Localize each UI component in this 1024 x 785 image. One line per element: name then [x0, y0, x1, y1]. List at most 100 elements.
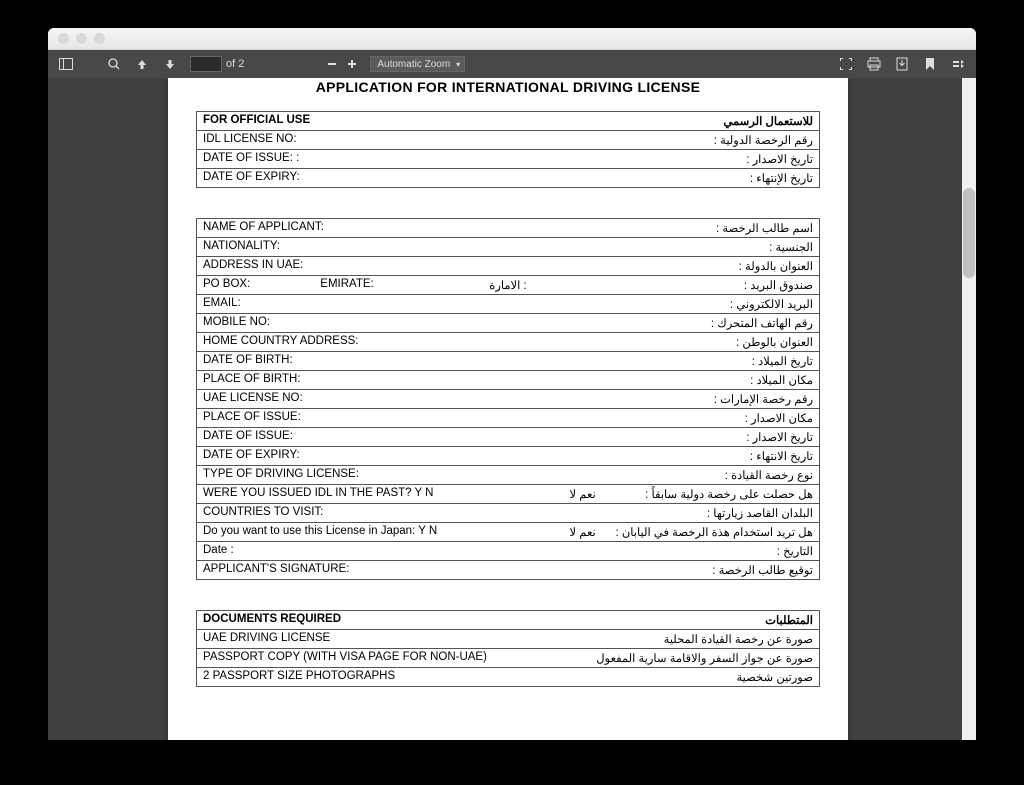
field-label-ar: تاريخ الاصدار :	[746, 430, 813, 444]
applicant-section: NAME OF APPLICANT:اسم طالب الرخصة :NATIO…	[196, 218, 820, 580]
form-row: 2 PASSPORT SIZE PHOTOGRAPHS صورتين شخصية	[197, 668, 820, 687]
bookmark-icon[interactable]	[922, 56, 938, 72]
field-label-en: Date :	[203, 544, 234, 556]
form-row: EMAIL: البريد الالكتروني :	[197, 295, 820, 314]
form-row: PO BOX: EMIRATE: الامارة : صندوق البريد :	[197, 276, 820, 295]
form-row: PLACE OF BIRTH: مكان الميلاد :	[197, 371, 820, 390]
field-label-en: PO BOX:	[203, 278, 250, 290]
section-header-ar: للاستعمال الرسمي	[723, 114, 813, 128]
form-row: ADDRESS IN UAE: العنوان بالدولة :	[197, 257, 820, 276]
field-label-ar: تاريخ الإنتهاء :	[750, 171, 813, 185]
field-label-ar: توقيع طالب الرخصة :	[712, 563, 813, 577]
field-label-ar: تاريخ الاصدار :	[746, 152, 813, 166]
field-label-ar: تاريخ الميلاد :	[752, 354, 813, 368]
field-label-en: EMAIL:	[203, 297, 241, 309]
pdf-page: APPLICATION FOR INTERNATIONAL DRIVING LI…	[168, 78, 848, 740]
print-icon[interactable]	[866, 56, 882, 72]
form-row: MOBILE NO: رقم الهاتف المتحرك :	[197, 314, 820, 333]
field-label-ar: صورة عن رخصة القيادة المحلية	[664, 632, 813, 646]
form-row: Do you want to use this License in Japan…	[197, 523, 820, 542]
field-label-en: DATE OF ISSUE:	[203, 430, 293, 442]
section-header-ar: المتطلبات	[765, 613, 813, 627]
close-button[interactable]	[58, 33, 69, 44]
field-label-ar: نوع رخصة القيادة :	[725, 468, 813, 482]
zoom-in-icon[interactable]	[344, 56, 360, 72]
form-row: IDL LICENSE NO: رقم الرخصة الدولية :	[197, 131, 820, 150]
field-label-en: TYPE OF DRIVING LICENSE:	[203, 468, 359, 480]
documents-section: DOCUMENTS REQUIRED المتطلبات UAE DRIVING …	[196, 610, 820, 687]
form-row: TYPE OF DRIVING LICENSE: نوع رخصة القيادة…	[197, 466, 820, 485]
form-row: NAME OF APPLICANT:اسم طالب الرخصة :	[197, 219, 820, 238]
page-down-icon[interactable]	[162, 56, 178, 72]
section-header: DOCUMENTS REQUIRED	[203, 613, 341, 625]
field-label-ar: هل تريد استخدام هذة الرخصة في اليابان :	[615, 525, 813, 539]
field-label-ar: البريد الالكتروني :	[730, 297, 813, 311]
field-label-en: Do you want to use this License in Japan…	[203, 525, 437, 537]
field-label-en: PASSPORT COPY (WITH VISA PAGE FOR NON-UA…	[203, 651, 487, 663]
field-yn-ar: نعم لا	[570, 487, 596, 501]
field-label-ar: رقم الهاتف المتحرك :	[711, 316, 813, 330]
official-use-section: FOR OFFICIAL USE للاستعمال الرسمي IDL LIC…	[196, 111, 820, 188]
field-label-ar: تاريخ الانتهاء :	[750, 449, 813, 463]
form-row: DATE OF EXPIRY:تاريخ الانتهاء :	[197, 447, 820, 466]
form-row: PASSPORT COPY (WITH VISA PAGE FOR NON-UA…	[197, 649, 820, 668]
zoom-out-icon[interactable]	[324, 56, 340, 72]
field-label-en: PLACE OF BIRTH:	[203, 373, 301, 385]
search-icon[interactable]	[106, 56, 122, 72]
scrollbar[interactable]	[962, 78, 976, 740]
form-row: WERE YOU ISSUED IDL IN THE PAST? Y Nنعم …	[197, 485, 820, 504]
field-label-en: NATIONALITY:	[203, 240, 280, 252]
titlebar	[48, 28, 976, 50]
page-count-label: of 2	[226, 58, 244, 70]
form-row: Date : التاريخ :	[197, 542, 820, 561]
download-icon[interactable]	[894, 56, 910, 72]
field-label-ar: العنوان بالوطن :	[736, 335, 813, 349]
form-row: APPLICANT'S SIGNATURE:توقيع طالب الرخصة …	[197, 561, 820, 580]
field-label-ar: مكان الاصدار :	[745, 411, 813, 425]
field-label-ar: صندوق البريد :	[744, 278, 813, 292]
page-number-input[interactable]	[190, 56, 222, 72]
form-row: UAE DRIVING LICENSE صورة عن رخصة القيادة …	[197, 630, 820, 649]
field-label-en: 2 PASSPORT SIZE PHOTOGRAPHS	[203, 670, 395, 682]
field-label-en: UAE DRIVING LICENSE	[203, 632, 330, 644]
field-label-ar: العنوان بالدولة :	[739, 259, 813, 273]
form-row: DATE OF EXPIRY: تاريخ الإنتهاء :	[197, 169, 820, 188]
field-label-en: DATE OF BIRTH:	[203, 354, 293, 366]
field-label-en: DATE OF EXPIRY:	[203, 171, 300, 183]
section-header: FOR OFFICIAL USE	[203, 114, 310, 126]
field-label-mid-ar: الامارة :	[489, 278, 526, 292]
field-label-ar: رقم رخصة الإمارات :	[714, 392, 813, 406]
presentation-icon[interactable]	[838, 56, 854, 72]
app-window: of 2 Automatic Zoom APPLICATION FOR INTE…	[48, 28, 976, 740]
field-label-ar: هل حصلت على رخصة دولية سابقاً :	[645, 487, 813, 501]
field-label-en: COUNTRIES TO VISIT:	[203, 506, 323, 518]
field-label-en: IDL LICENSE NO:	[203, 133, 297, 145]
form-row: COUNTRIES TO VISIT:البلدان القاصد زيارته…	[197, 504, 820, 523]
page-up-icon[interactable]	[134, 56, 150, 72]
form-row: UAE LICENSE NO: رقم رخصة الإمارات :	[197, 390, 820, 409]
scroll-thumb[interactable]	[963, 188, 975, 278]
field-label-en: DATE OF ISSUE: :	[203, 152, 299, 164]
minimize-button[interactable]	[76, 33, 87, 44]
field-label-mid: EMIRATE:	[320, 278, 373, 290]
field-label-en: ADDRESS IN UAE:	[203, 259, 303, 271]
sidebar-toggle-icon[interactable]	[58, 56, 74, 72]
form-row: HOME COUNTRY ADDRESS: العنوان بالوطن :	[197, 333, 820, 352]
field-label-en: UAE LICENSE NO:	[203, 392, 303, 404]
field-yn-ar: نعم لا	[570, 525, 596, 539]
tools-icon[interactable]	[950, 56, 966, 72]
field-label-en: MOBILE NO:	[203, 316, 270, 328]
document-title: APPLICATION FOR INTERNATIONAL DRIVING LI…	[196, 78, 820, 101]
field-label-en: HOME COUNTRY ADDRESS:	[203, 335, 359, 347]
field-label-ar: صورة عن جواز السفر والاقامة سارية المفعو…	[596, 651, 813, 665]
pdf-toolbar: of 2 Automatic Zoom	[48, 50, 976, 78]
pdf-viewer[interactable]: APPLICATION FOR INTERNATIONAL DRIVING LI…	[48, 78, 976, 740]
zoom-select[interactable]: Automatic Zoom	[370, 56, 465, 72]
field-label-en: PLACE OF ISSUE:	[203, 411, 301, 423]
form-row: NATIONALITY:الجنسية :	[197, 238, 820, 257]
field-label-ar: رقم الرخصة الدولية :	[714, 133, 813, 147]
field-label-ar: التاريخ :	[777, 544, 813, 558]
field-label-ar: صورتين شخصية	[736, 670, 813, 684]
field-label-ar: مكان الميلاد :	[750, 373, 813, 387]
maximize-button[interactable]	[94, 33, 105, 44]
